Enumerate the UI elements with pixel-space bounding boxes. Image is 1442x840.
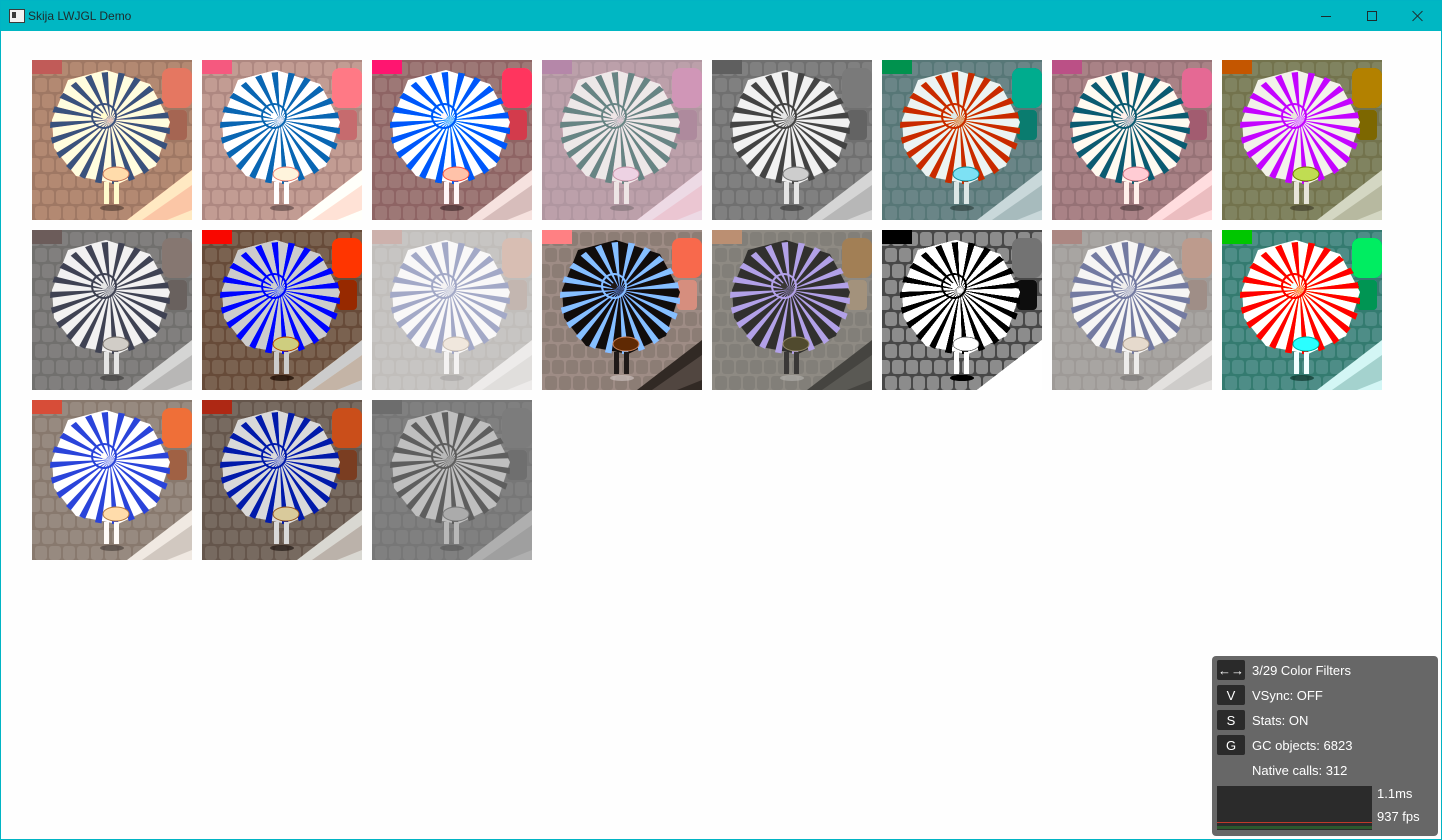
filter-tile [1222, 60, 1382, 220]
app-window: Skija LWJGL Demo ←→ 3/29 Color Filters V… [0, 0, 1442, 840]
stats-row-vsync: V VSync: OFF [1217, 684, 1323, 706]
filter-tile [882, 230, 1042, 390]
gc-label: GC objects: 6823 [1252, 737, 1353, 753]
filter-tile [712, 230, 872, 390]
minimize-button[interactable] [1303, 1, 1349, 31]
filter-tile [202, 230, 362, 390]
filter-tile [1052, 60, 1212, 220]
title-bar[interactable]: Skija LWJGL Demo [1, 1, 1441, 31]
filter-tile [712, 60, 872, 220]
umbrella-image [1222, 60, 1382, 220]
stats-label: Stats: ON [1252, 712, 1309, 728]
umbrella-image [372, 60, 532, 220]
filter-tile [542, 60, 702, 220]
app-icon [9, 9, 25, 23]
gc-key: G [1217, 735, 1245, 755]
umbrella-image [202, 60, 362, 220]
umbrella-image [372, 400, 532, 560]
graph-threshold-line [1217, 822, 1372, 823]
filter-tile [202, 60, 362, 220]
stats-row-filter: ←→ 3/29 Color Filters [1217, 659, 1351, 681]
stats-row-native: Native calls: 312 [1217, 759, 1347, 781]
vsync-key: V [1217, 685, 1245, 705]
filter-tile [32, 60, 192, 220]
stats-row-gc: G GC objects: 6823 [1217, 734, 1352, 756]
minimize-icon [1321, 15, 1331, 17]
umbrella-image [882, 60, 1042, 220]
filter-tile [372, 400, 532, 560]
frame-time-label: 1.1ms [1377, 786, 1413, 801]
stats-panel: ←→ 3/29 Color Filters V VSync: OFF S Sta… [1212, 656, 1438, 836]
stats-key: S [1217, 710, 1245, 730]
umbrella-image [372, 230, 532, 390]
frame-time-graph [1217, 786, 1372, 830]
filter-tile [32, 230, 192, 390]
umbrella-image [32, 400, 192, 560]
umbrella-image [712, 230, 872, 390]
umbrella-image [32, 230, 192, 390]
filter-tile [542, 230, 702, 390]
umbrella-image [202, 230, 362, 390]
fps-label: 937 fps [1377, 809, 1420, 824]
window-title: Skija LWJGL Demo [28, 9, 132, 23]
maximize-icon [1367, 11, 1377, 21]
umbrella-image [882, 230, 1042, 390]
filter-tile [1052, 230, 1212, 390]
blank-key [1217, 760, 1245, 780]
filter-tile [202, 400, 362, 560]
umbrella-image [542, 60, 702, 220]
filter-tile [882, 60, 1042, 220]
filter-grid [32, 60, 1392, 560]
graph-bars [1217, 826, 1372, 829]
filter-tile [372, 230, 532, 390]
filter-tile [372, 60, 532, 220]
arrows-key: ←→ [1217, 660, 1245, 680]
native-calls-label: Native calls: 312 [1252, 762, 1348, 778]
filter-tile [32, 400, 192, 560]
close-button[interactable] [1395, 1, 1441, 31]
vsync-label: VSync: OFF [1252, 687, 1323, 703]
umbrella-image [202, 400, 362, 560]
close-icon [1412, 10, 1424, 22]
filter-tile [1222, 230, 1382, 390]
umbrella-image [1052, 230, 1212, 390]
umbrella-image [1222, 230, 1382, 390]
filter-label: 3/29 Color Filters [1252, 662, 1351, 678]
umbrella-image [542, 230, 702, 390]
umbrella-image [712, 60, 872, 220]
stats-row-stats: S Stats: ON [1217, 709, 1308, 731]
umbrella-image [1052, 60, 1212, 220]
umbrella-image [32, 60, 192, 220]
maximize-button[interactable] [1349, 1, 1395, 31]
